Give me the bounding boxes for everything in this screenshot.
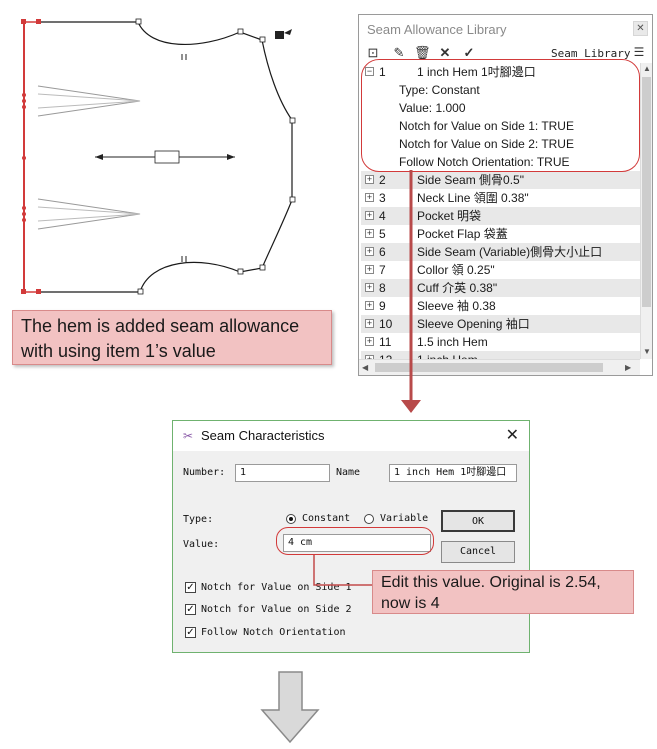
expand-icon[interactable]: + xyxy=(365,175,374,184)
library-horizontal-scrollbar[interactable]: ◀ ▶ xyxy=(359,359,640,375)
library-item-8[interactable]: + 8 Cuff 介英 0.38" xyxy=(361,279,640,297)
notch-side1-label: Notch for Value on Side 1 xyxy=(201,582,352,593)
cancel-button[interactable]: Cancel xyxy=(441,541,515,563)
type-label: Type: xyxy=(183,514,214,525)
edit-value-callout: Edit this value. Original is 2.54, now i… xyxy=(372,570,634,614)
expand-icon[interactable]: + xyxy=(365,247,374,256)
type-variable-radio[interactable] xyxy=(364,514,374,524)
scroll-down-icon[interactable]: ▼ xyxy=(643,347,651,356)
follow-notch-label: Follow Notch Orientation xyxy=(201,627,346,638)
expand-icon[interactable]: + xyxy=(365,193,374,202)
number-input[interactable]: 1 xyxy=(235,464,330,482)
number-label: Number: xyxy=(183,467,226,478)
expand-icon[interactable]: + xyxy=(365,229,374,238)
dialog-titlebar: ✂ Seam Characteristics ✕ xyxy=(173,421,529,451)
vertical-scroll-thumb[interactable] xyxy=(642,77,651,307)
library-item-4[interactable]: + 4 Pocket 明袋 xyxy=(361,207,640,225)
menu-icon[interactable]: ☰ xyxy=(631,45,647,59)
scroll-up-icon[interactable]: ▲ xyxy=(643,64,651,73)
expand-icon[interactable]: + xyxy=(365,301,374,310)
dart-bottom-inner xyxy=(37,206,141,222)
library-item-10[interactable]: + 10 Sleeve Opening 袖口 xyxy=(361,315,640,333)
hem-callout: The hem is added seam allowance with usi… xyxy=(12,310,332,365)
library-item-3[interactable]: + 3 Neck Line 領圍 0.38" xyxy=(361,189,640,207)
follow-notch-checkbox[interactable]: ✓ xyxy=(185,627,196,638)
dart-top-inner xyxy=(37,93,141,109)
expand-icon[interactable]: + xyxy=(365,211,374,220)
library-item-9[interactable]: + 9 Sleeve 袖 0.38 xyxy=(361,297,640,315)
ok-button[interactable]: OK xyxy=(441,510,515,532)
expand-icon[interactable]: + xyxy=(365,319,374,328)
app-icon: ✂ xyxy=(182,429,194,443)
expand-icon[interactable]: + xyxy=(365,265,374,274)
down-arrow-icon xyxy=(260,671,320,744)
library-item-2[interactable]: + 2 Side Seam 側骨0.5" xyxy=(361,171,640,189)
red-arrow-head xyxy=(401,400,421,413)
library-item-6[interactable]: + 6 Side Seam (Variable)側骨大小止口 xyxy=(361,243,640,261)
type-constant-label: Constant xyxy=(302,513,351,524)
horizontal-scroll-thumb[interactable] xyxy=(375,363,603,372)
dart-bottom xyxy=(37,198,141,230)
dialog-title: Seam Characteristics xyxy=(201,428,325,443)
name-input[interactable]: 1 inch Hem 1吋腳邊口 xyxy=(389,464,517,482)
piece-flag-icon xyxy=(275,29,292,39)
notch-side1-checkbox[interactable]: ✓ xyxy=(185,582,196,593)
name-label: Name xyxy=(336,467,361,478)
dart-top xyxy=(37,85,141,117)
type-variable-label: Variable xyxy=(380,513,429,524)
value-label: Value: xyxy=(183,539,220,550)
notch-side2-label: Notch for Value on Side 2 xyxy=(201,604,352,615)
dialog-close-icon[interactable]: ✕ xyxy=(506,425,519,445)
scroll-right-icon[interactable]: ▶ xyxy=(625,363,631,372)
grain-label-box xyxy=(154,150,180,164)
expand-icon[interactable]: + xyxy=(365,283,374,292)
library-vertical-scrollbar[interactable]: ▲ ▼ xyxy=(640,63,652,359)
library-title: Seam Allowance Library xyxy=(367,22,507,37)
value-highlight xyxy=(276,527,434,555)
notch-marks xyxy=(181,54,187,262)
item-1-highlight xyxy=(361,59,640,172)
library-item-11[interactable]: + 11 1.5 inch Hem xyxy=(361,333,640,351)
grain-arrow-right xyxy=(227,154,235,160)
expand-icon[interactable]: + xyxy=(365,337,374,346)
grain-arrow-left xyxy=(95,154,103,160)
pattern-piece-canvas[interactable] xyxy=(0,0,350,310)
library-item-7[interactable]: + 7 Collor 領 0.25" xyxy=(361,261,640,279)
library-close-button[interactable]: ✕ xyxy=(633,21,648,36)
notch-side2-checkbox[interactable]: ✓ xyxy=(185,604,196,615)
library-item-12[interactable]: + 12 1 inch Hem xyxy=(361,351,640,359)
scroll-left-icon[interactable]: ◀ xyxy=(362,363,368,372)
type-constant-radio[interactable] xyxy=(286,514,296,524)
library-item-5[interactable]: + 5 Pocket Flap 袋蓋 xyxy=(361,225,640,243)
